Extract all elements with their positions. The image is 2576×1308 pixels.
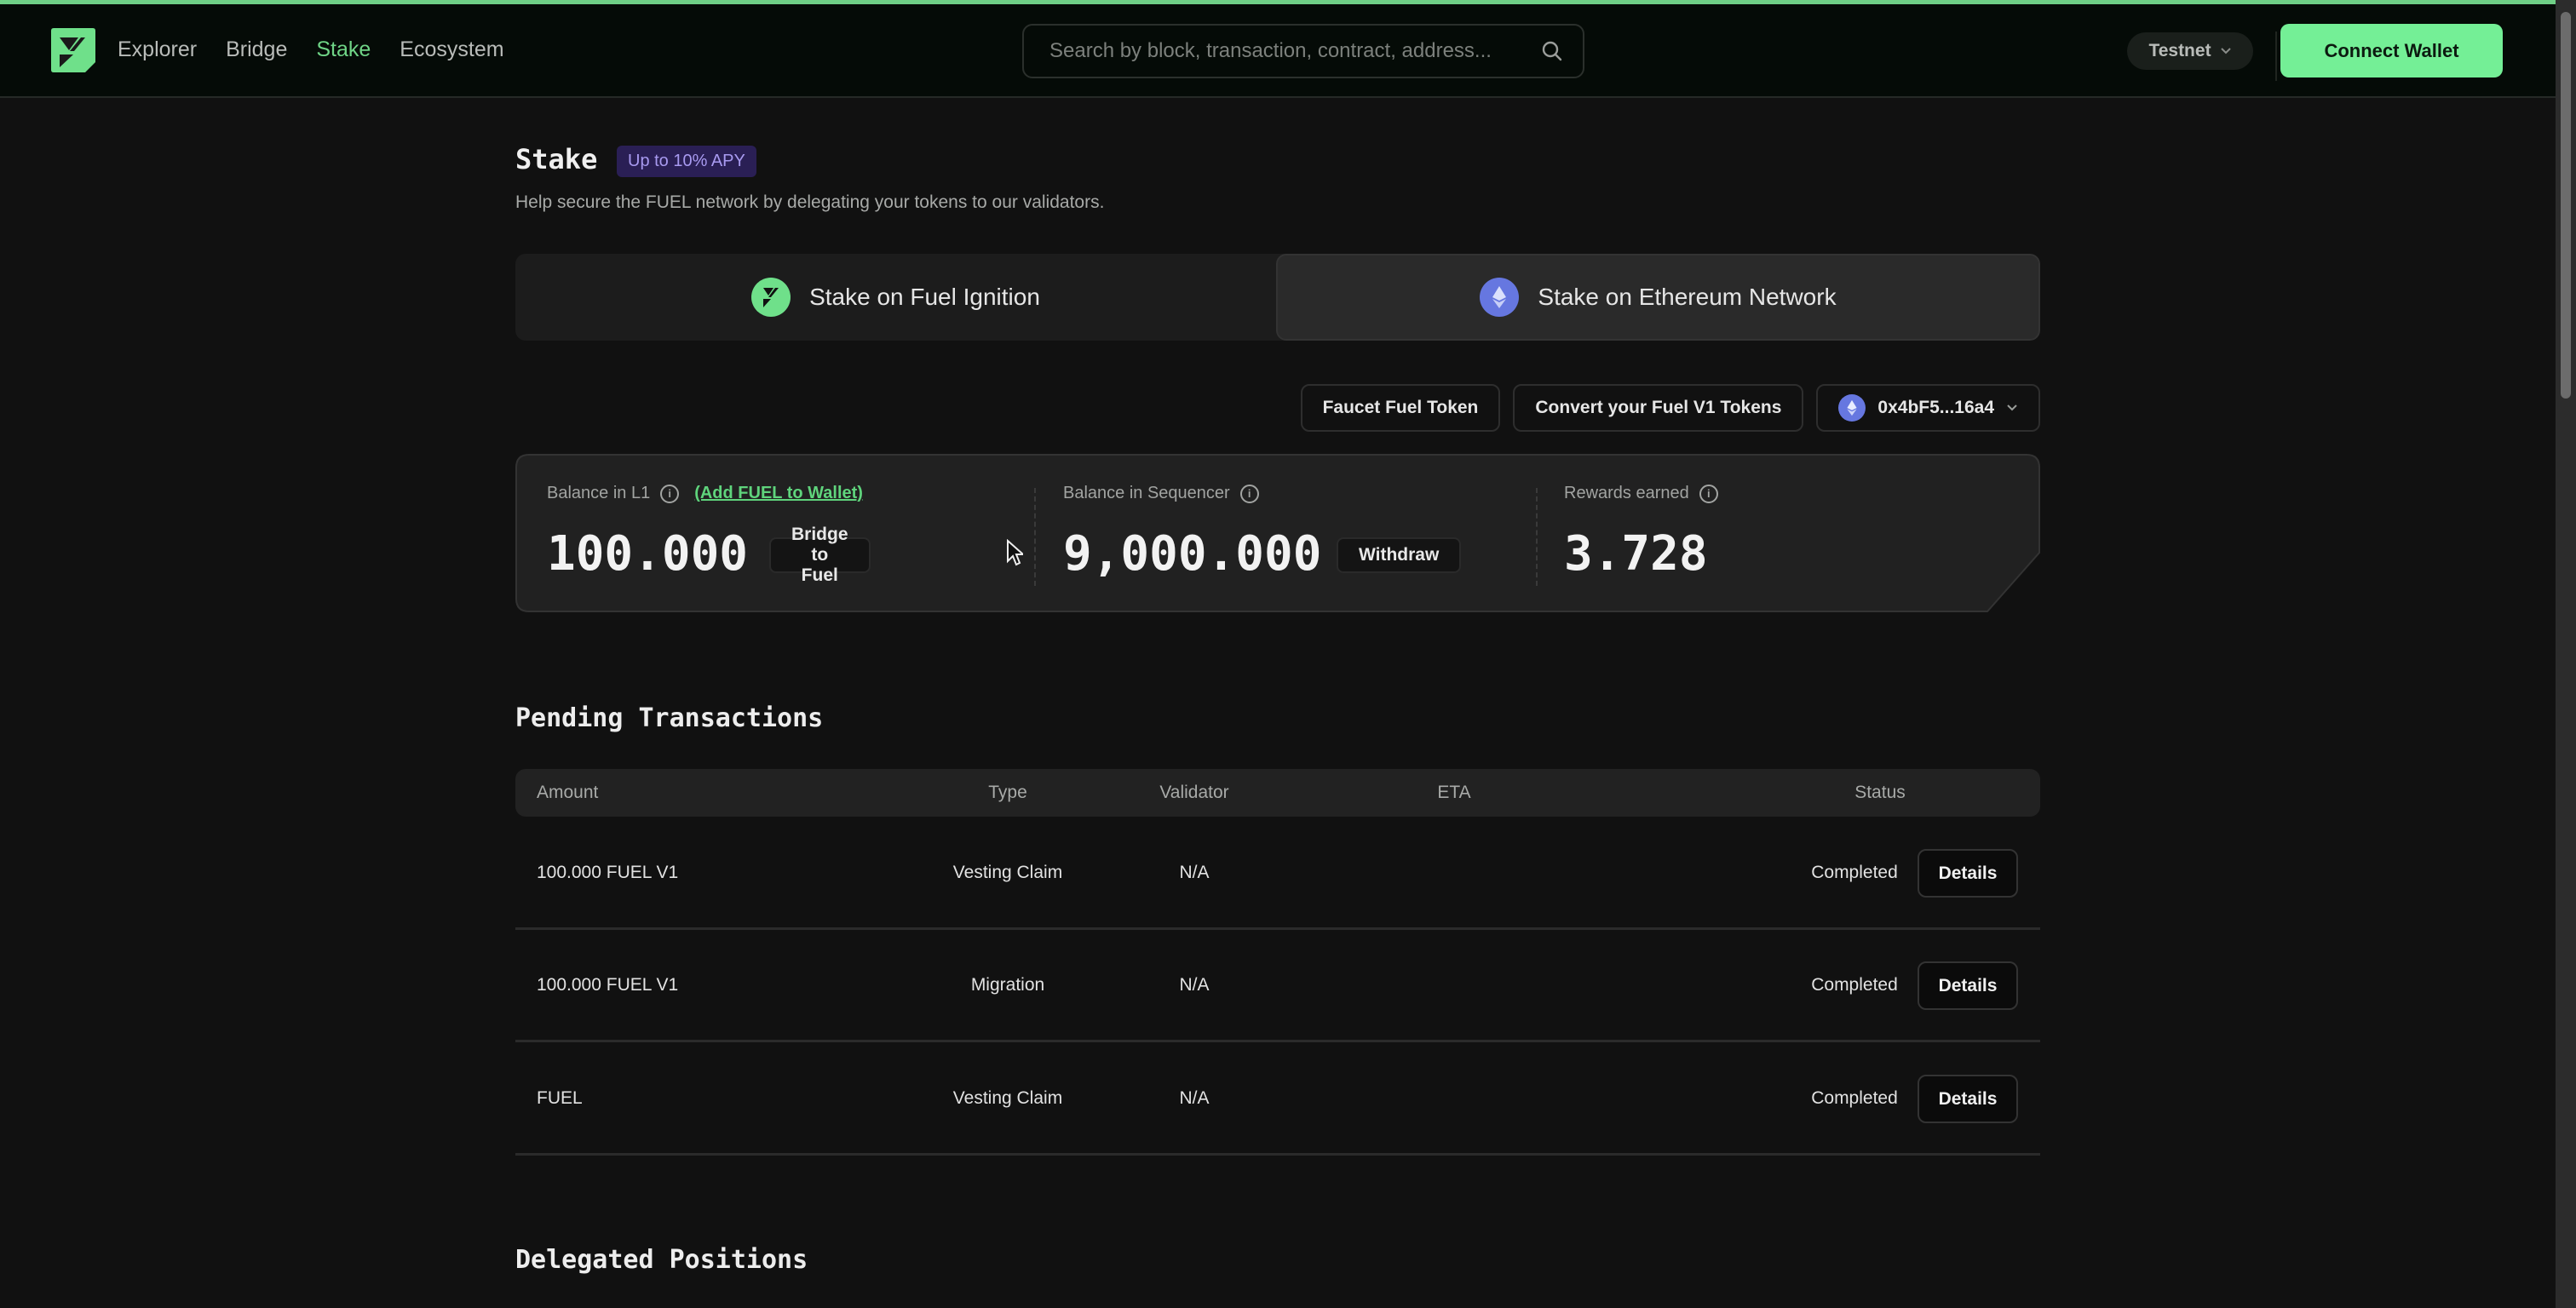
search-icon[interactable] <box>1540 39 1564 63</box>
cell-amount: FUEL <box>537 1088 583 1108</box>
withdraw-button[interactable]: Withdraw <box>1337 537 1462 573</box>
cell-validator: N/A <box>1179 863 1210 882</box>
cell-validator: N/A <box>1179 1088 1210 1108</box>
tab-fuel-ignition[interactable]: Stake on Fuel Ignition <box>515 254 1276 341</box>
column-header-validator: Validator <box>1159 783 1229 802</box>
page-subtitle: Help secure the FUEL network by delegati… <box>515 192 1105 212</box>
ethereum-icon <box>1480 278 1520 317</box>
chevron-down-icon <box>2220 48 2231 54</box>
cell-type: Vesting Claim <box>952 1088 1063 1108</box>
convert-fuel-v1-button[interactable]: Convert your Fuel V1 Tokens <box>1513 384 1804 432</box>
column-divider <box>1536 488 1538 586</box>
search-input[interactable] <box>1049 39 1540 63</box>
balance-l1-value: 100.000 <box>547 526 749 582</box>
info-icon[interactable]: i <box>1699 484 1718 503</box>
connect-wallet-button[interactable]: Connect Wallet <box>2280 24 2503 77</box>
cell-type: Vesting Claim <box>952 863 1063 882</box>
cell-status: Completed <box>1811 863 1898 882</box>
chevron-down-icon <box>2007 404 2017 411</box>
page-scrollbar[interactable] <box>2556 0 2576 1308</box>
pending-transactions-title: Pending Transactions <box>515 703 824 733</box>
bridge-to-fuel-button[interactable]: Bridge to Fuel <box>769 525 871 585</box>
apy-badge: Up to 10% APY <box>617 146 756 177</box>
tab-label: Stake on Ethereum Network <box>1538 284 1837 310</box>
column-divider <box>1034 488 1036 586</box>
cell-status: Completed <box>1811 975 1898 995</box>
account-address: 0x4bF5...16a4 <box>1877 398 1994 417</box>
column-header-amount: Amount <box>537 783 599 802</box>
table-row: 100.000 FUEL V1 Migration N/A Completed … <box>515 930 2040 1042</box>
fuel-logo-icon[interactable] <box>51 28 95 72</box>
cell-validator: N/A <box>1179 975 1210 995</box>
info-icon[interactable]: i <box>1239 484 1259 503</box>
nav-stake[interactable]: Stake <box>316 35 371 64</box>
table-row: FUEL Vesting Claim N/A Completed Details <box>515 1043 2040 1156</box>
cell-type: Migration <box>970 975 1045 995</box>
scrollbar-thumb[interactable] <box>2561 12 2571 399</box>
balance-l1-label: Balance in L1 <box>547 484 651 502</box>
balance-card: Balance in L1 i (Add FUEL to Wallet) 100… <box>515 454 2040 612</box>
table-row: 100.000 FUEL V1 Vesting Claim N/A Comple… <box>515 818 2040 930</box>
header-divider <box>2275 32 2277 81</box>
rewards-label: Rewards earned <box>1564 484 1689 502</box>
account-selector[interactable]: 0x4bF5...16a4 <box>1816 384 2040 432</box>
ethereum-icon <box>1838 394 1866 422</box>
nav-bridge[interactable]: Bridge <box>226 35 287 64</box>
column-header-status: Status <box>1854 783 1906 802</box>
cell-amount: 100.000 FUEL V1 <box>537 863 679 882</box>
add-fuel-to-wallet-link[interactable]: (Add FUEL to Wallet) <box>694 484 863 503</box>
rewards-value: 3.728 <box>1564 526 1708 582</box>
details-button[interactable]: Details <box>1918 849 2018 898</box>
network-label: Testnet <box>2148 41 2211 60</box>
delegated-positions-title: Delegated Positions <box>515 1245 808 1275</box>
details-button[interactable]: Details <box>1918 961 2018 1010</box>
page-title: Stake <box>515 143 598 175</box>
faucet-fuel-token-button[interactable]: Faucet Fuel Token <box>1300 384 1501 432</box>
balance-sequencer-label: Balance in Sequencer <box>1063 484 1230 502</box>
fuel-icon <box>751 278 791 317</box>
network-tabs: Stake on Fuel Ignition Stake on Ethereum… <box>515 254 2040 341</box>
tab-ethereum-network[interactable]: Stake on Ethereum Network <box>1276 254 2040 341</box>
network-selector[interactable]: Testnet <box>2127 32 2253 70</box>
details-button[interactable]: Details <box>1918 1075 2018 1123</box>
search-box <box>1022 24 1584 78</box>
pending-table-header: Amount Type Validator ETA Status <box>515 769 2040 817</box>
nav-explorer[interactable]: Explorer <box>118 35 197 64</box>
stake-actions: Faucet Fuel Token Convert your Fuel V1 T… <box>1300 384 2040 432</box>
top-navbar: Explorer Bridge Stake Ecosystem Testnet … <box>0 4 2556 98</box>
cell-amount: 100.000 FUEL V1 <box>537 975 679 995</box>
balance-sequencer-value: 9,000.000 <box>1063 526 1322 582</box>
nav-ecosystem[interactable]: Ecosystem <box>400 35 503 64</box>
mouse-cursor-icon <box>1007 539 1023 566</box>
cell-status: Completed <box>1811 1088 1898 1108</box>
column-header-type: Type <box>988 783 1027 802</box>
main-nav: Explorer Bridge Stake Ecosystem <box>118 35 533 64</box>
tab-label: Stake on Fuel Ignition <box>809 284 1040 310</box>
column-header-eta: ETA <box>1437 783 1471 802</box>
info-icon[interactable]: i <box>660 484 680 503</box>
